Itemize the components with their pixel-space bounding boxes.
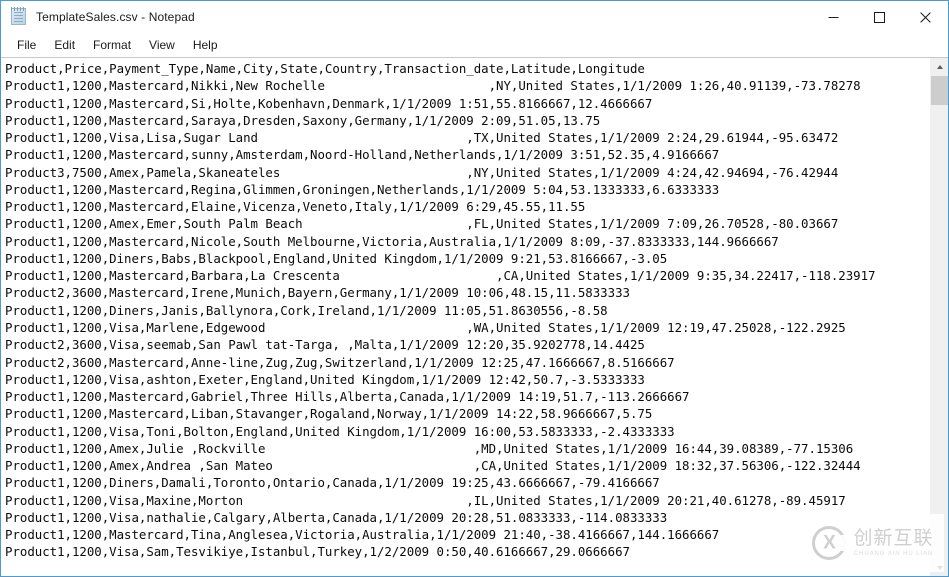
menu-item-format[interactable]: Format bbox=[84, 35, 140, 56]
maximize-button[interactable] bbox=[856, 1, 902, 33]
editor-content[interactable]: Product,Price,Payment_Type,Name,City,Sta… bbox=[5, 60, 930, 561]
scrollbar-thumb[interactable] bbox=[931, 76, 948, 105]
window-controls bbox=[810, 1, 948, 33]
window-title: TemplateSales.csv - Notepad bbox=[36, 10, 195, 24]
scroll-up-button[interactable] bbox=[931, 58, 948, 75]
close-button[interactable] bbox=[902, 1, 948, 33]
menu-item-help[interactable]: Help bbox=[184, 35, 227, 56]
scroll-down-button[interactable] bbox=[931, 559, 948, 576]
chevron-up-icon bbox=[936, 64, 943, 69]
menu-bar: File Edit Format View Help bbox=[1, 33, 948, 57]
close-icon bbox=[919, 11, 931, 23]
editor-area: Product,Price,Payment_Type,Name,City,Sta… bbox=[1, 57, 948, 576]
menu-item-file[interactable]: File bbox=[8, 35, 45, 56]
title-bar[interactable]: TemplateSales.csv - Notepad bbox=[1, 1, 948, 33]
vertical-scrollbar[interactable] bbox=[930, 58, 948, 576]
chevron-down-icon bbox=[936, 565, 943, 570]
notepad-icon bbox=[10, 7, 28, 26]
minimize-button[interactable] bbox=[810, 1, 856, 33]
maximize-icon bbox=[873, 11, 885, 23]
minimize-icon bbox=[828, 16, 838, 18]
menu-item-edit[interactable]: Edit bbox=[45, 35, 84, 56]
text-editor[interactable]: Product,Price,Payment_Type,Name,City,Sta… bbox=[1, 58, 930, 576]
menu-item-view[interactable]: View bbox=[140, 35, 184, 56]
notepad-window: TemplateSales.csv - Notepad File Edit Fo… bbox=[0, 0, 949, 577]
